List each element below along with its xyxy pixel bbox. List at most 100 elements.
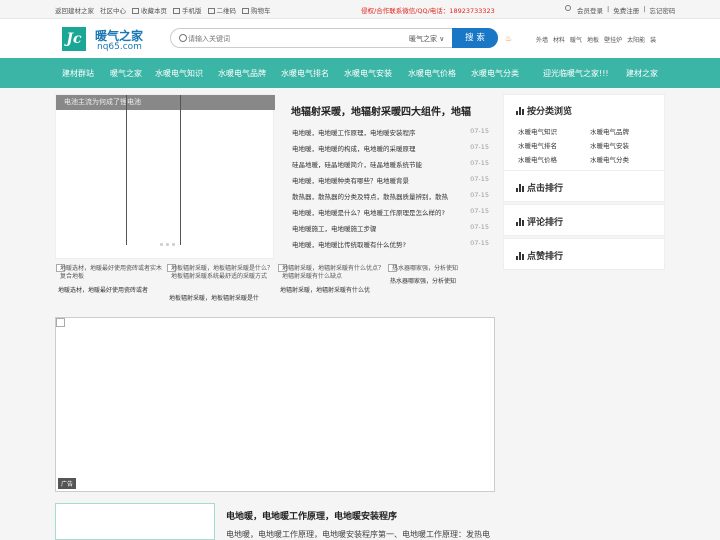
thumb-caption[interactable]: 地暖选材，地暖最好使用瓷砖或者 (58, 285, 148, 294)
category-panel: 按分类浏览 水暖电气知识 水暖电气品牌 水暖电气排名 水暖电气安装 水暖电气价格… (503, 94, 665, 176)
news-date: 07-15 (470, 191, 489, 199)
article-title[interactable]: 电地暖，电地暖工作原理，电地暖安装程序 (226, 509, 397, 522)
slider-caption[interactable]: 电池主流为何成了锂电池 (56, 95, 275, 110)
thumb-card[interactable]: 地板辐射采暖，地板辐射采暖是什么？地板辐射采暖系统最舒适的采暖方式 地板辐射采暖… (167, 264, 275, 304)
thumb-caption[interactable]: 热水器哪家强，分析使知 (390, 276, 456, 285)
quick-link[interactable]: 装 (650, 35, 656, 44)
mobile-link[interactable]: 手机版 (173, 5, 202, 15)
comment-rank-panel: 评论排行 (503, 204, 665, 236)
slider-dots (160, 243, 175, 246)
quick-link[interactable]: 外墙 (536, 35, 548, 44)
category-link[interactable]: 水暖电气品牌 (590, 126, 629, 136)
qrcode-icon (207, 8, 215, 14)
slider-image (180, 95, 181, 245)
top-bar: 返回建材之家 社区中心 收藏本页 手机版 二维码 购物车 侵权/合作联系微信/Q… (0, 0, 720, 19)
site-url: nq65.com (97, 42, 142, 52)
nav-item[interactable]: 水暖电气安装 (344, 68, 392, 79)
cart-link[interactable]: 购物车 (242, 5, 271, 15)
nav-item[interactable]: 暖气之家 (110, 68, 142, 79)
bar-chart-icon (516, 218, 524, 226)
nav-item[interactable]: 水暖电气分类 (471, 68, 519, 79)
thumb-card[interactable]: 地辐射采暖，地辐射采暖有什么优点？地辐射采暖有什么缺点 地辐射采暖，地辐射采暖有… (278, 264, 386, 304)
news-title[interactable]: 散热器，散热器的分类及特点，散热器质量辨别，散热 (292, 191, 464, 201)
headline[interactable]: 地辐射采暖，地辐射采暖四大组件，地辐 (291, 103, 491, 118)
register-link[interactable]: 免费注册 (613, 5, 639, 15)
contact-notice[interactable]: 侵权/合作联系微信/QQ/电话：18923733323 (361, 5, 495, 15)
bar-chart-icon (516, 107, 524, 115)
thumb-caption[interactable]: 地辐射采暖，地辐射采暖有什么优 (280, 285, 370, 294)
news-title[interactable]: 电地暖，电地暖工作原理，电地暖安装程序 (292, 127, 464, 137)
bookmark-link[interactable]: 收藏本页 (132, 5, 167, 15)
article-summary: 电地暖，电地暖工作原理，电地暖安装程序第一、电地暖工作原理：发热电 (226, 530, 490, 539)
bookmark-icon (132, 8, 139, 14)
nav-item[interactable]: 迎光临暖气之家!!! (543, 68, 609, 79)
quick-link[interactable]: 太阳能 (627, 35, 645, 44)
category-link[interactable]: 水暖电气排名 (518, 140, 557, 150)
category-link[interactable]: 水暖电气知识 (518, 126, 557, 136)
slider-dot[interactable] (160, 243, 163, 246)
news-title[interactable]: 电地暖，电地暖比传统取暖有什么优势? (292, 239, 464, 249)
main-nav: 建材群站 暖气之家 水暖电气知识 水暖电气品牌 水暖电气排名 水暖电气安装 水暖… (0, 58, 720, 88)
quick-link[interactable]: 地板 (587, 35, 599, 44)
separator: | (607, 5, 610, 13)
nav-item[interactable]: 水暖电气价格 (408, 68, 456, 79)
panel-heading: 点赞排行 (516, 249, 563, 262)
search-button[interactable]: 搜 索 (452, 28, 498, 48)
news-date: 07-15 (470, 127, 489, 135)
community-link[interactable]: 社区中心 (100, 5, 126, 15)
category-link[interactable]: 水暖电气价格 (518, 154, 557, 164)
thumb-alt: 热水器哪家强，分析使知 (392, 265, 459, 272)
news-title[interactable]: 硅晶地暖，硅晶地暖简介，硅晶地暖系统节能 (292, 159, 464, 169)
back-home-link[interactable]: 返回建材之家 (55, 5, 94, 15)
thumb-caption[interactable]: 地板辐射采暖，地板辐射采暖是什 (169, 293, 259, 302)
quick-link[interactable]: 材料 (553, 35, 565, 44)
nav-item[interactable]: 建材群站 (62, 68, 94, 79)
news-title[interactable]: 电地暖，电地暖是什么？电地暖工作原理是怎么样的? (292, 207, 464, 217)
news-title[interactable]: 电地暖施工，电地暖施工步骤 (292, 223, 464, 233)
news-date: 07-15 (470, 175, 489, 183)
nav-item[interactable]: 水暖电气排名 (281, 68, 329, 79)
qrcode-link[interactable]: 二维码 (207, 5, 236, 15)
quick-link[interactable]: 壁挂炉 (604, 35, 622, 44)
panel-heading: 点击排行 (516, 181, 563, 194)
nav-item[interactable]: 水暖电气知识 (155, 68, 203, 79)
category-link[interactable]: 水暖电气安装 (590, 140, 629, 150)
login-link[interactable]: 会员登录 (577, 5, 603, 15)
news-title[interactable]: 电地暖，电地暖种类有哪些？电地暖背景 (292, 175, 464, 185)
news-date: 07-15 (470, 143, 489, 151)
search-scope-select[interactable]: 暖气之家 ∨ (409, 34, 444, 44)
panel-heading: 评论排行 (516, 215, 563, 228)
forgot-password-link[interactable]: 忘记密码 (649, 5, 675, 15)
logo-mark[interactable]: Jc (62, 27, 86, 51)
quick-link[interactable]: 暖气 (570, 35, 582, 44)
news-date: 07-15 (470, 159, 489, 167)
site-header: Jc 暖气之家 nq65.com 请输入关键词 暖气之家 ∨ 搜 索 ♨ 外墙 … (0, 19, 720, 58)
image-slider[interactable]: 电池主流为何成了锂电池 (55, 94, 275, 259)
phone-icon (173, 8, 180, 14)
cart-icon (242, 8, 249, 14)
thumb-alt: 地辐射采暖，地辐射采暖有什么优点？地辐射采暖有什么缺点 (282, 265, 385, 280)
search-input[interactable]: 请输入关键词 (188, 34, 230, 44)
like-rank-panel: 点赞排行 (503, 238, 665, 270)
nav-item[interactable]: 水暖电气品牌 (218, 68, 266, 79)
slider-dot[interactable] (172, 243, 175, 246)
news-date: 07-15 (470, 207, 489, 215)
ad-label: 广告 (58, 478, 77, 489)
slider-image (126, 95, 127, 245)
broken-image-icon (56, 318, 65, 327)
news-date: 07-15 (470, 223, 489, 231)
thumb-card[interactable]: 地暖选材，地暖最好使用瓷砖或者实木复合地板 地暖选材，地暖最好使用瓷砖或者 (56, 264, 164, 304)
ad-banner[interactable]: 广告 (55, 317, 495, 492)
thumb-alt: 地暖选材，地暖最好使用瓷砖或者实木复合地板 (60, 265, 163, 280)
search-bar: 请输入关键词 暖气之家 ∨ 搜 索 (170, 28, 498, 48)
news-title[interactable]: 电地暖，电地暖的构成，电地暖的采暖原理 (292, 143, 464, 153)
category-link[interactable]: 水暖电气分类 (590, 154, 629, 164)
thumb-card[interactable]: 热水器哪家强，分析使知 热水器哪家强，分析使知 (388, 264, 494, 304)
bar-chart-icon (516, 184, 524, 192)
article-thumbnail[interactable] (55, 503, 215, 540)
panel-heading: 按分类浏览 (516, 104, 572, 117)
slider-dot[interactable] (166, 243, 169, 246)
separator: | (643, 5, 646, 13)
nav-item[interactable]: 建材之家 (626, 68, 658, 79)
news-date: 07-15 (470, 239, 489, 247)
